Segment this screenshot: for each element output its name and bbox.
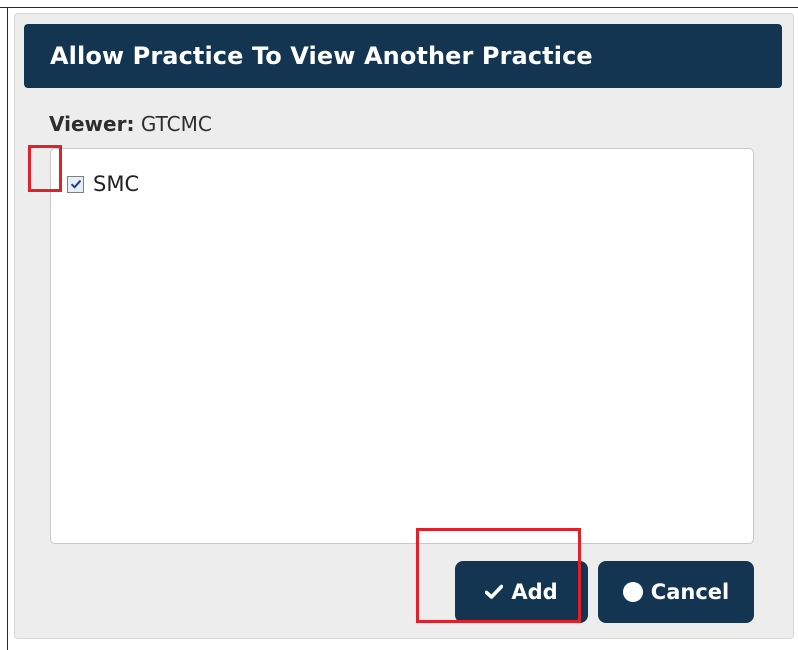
add-button[interactable]: Add — [455, 561, 588, 623]
list-item[interactable]: SMC — [67, 171, 139, 197]
dialog-title: Allow Practice To View Another Practice — [24, 24, 782, 88]
viewer-label: Viewer: — [49, 112, 135, 136]
practice-checkbox[interactable] — [67, 175, 84, 193]
circle-icon — [622, 582, 643, 602]
frame-top-line — [0, 7, 798, 8]
viewer-info: Viewer: GTCMC — [49, 112, 212, 136]
frame-left-line — [7, 7, 8, 650]
viewer-value: GTCMC — [140, 112, 212, 136]
allow-practice-dialog: Allow Practice To View Another Practice … — [14, 13, 794, 639]
add-button-label: Add — [511, 580, 558, 604]
cancel-button[interactable]: Cancel — [598, 561, 754, 623]
practice-list[interactable]: SMC — [50, 148, 754, 544]
checkmark-icon — [485, 584, 504, 600]
practice-item-label: SMC — [93, 172, 140, 196]
checkbox-check-icon — [70, 179, 81, 189]
cancel-button-label: Cancel — [650, 580, 730, 604]
